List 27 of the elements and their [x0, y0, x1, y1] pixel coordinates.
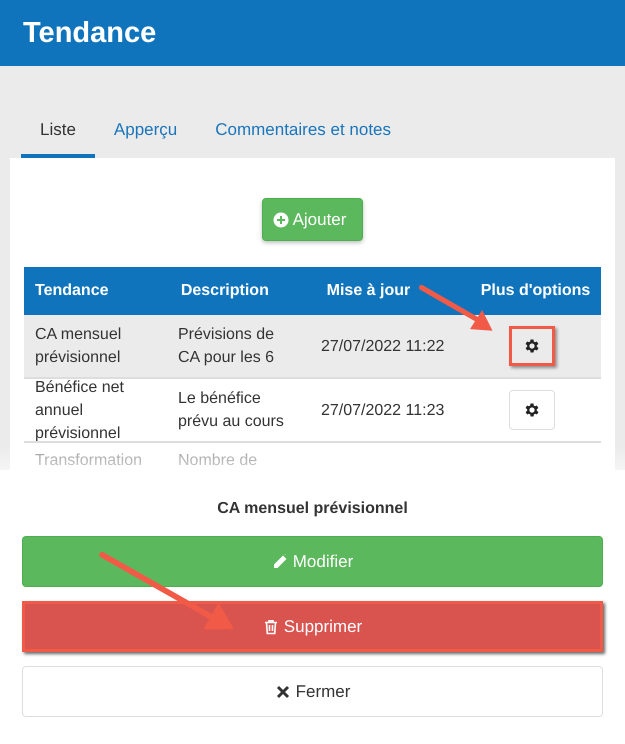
table-cell-text: CA mensuel prévisionnel	[35, 325, 122, 368]
table-cell-text: Le bénéfice prévu au cours	[178, 389, 285, 432]
tab[interactable]: Apperçu	[94, 110, 196, 158]
edit-button[interactable]: Modifier	[22, 536, 603, 587]
table-cell-text: Bénéfice net annuel prévisionnel	[35, 379, 125, 441]
plus-circle-icon	[272, 212, 289, 228]
table-cell-text: Nombre de	[178, 451, 258, 471]
column-header: Tendance	[34, 282, 110, 300]
options-button[interactable]	[508, 326, 554, 366]
trash-icon	[262, 618, 279, 634]
table-cell-text: Transformation	[35, 451, 142, 471]
pencil-icon	[272, 554, 288, 570]
sheet-title: CA mensuel prévisionnel	[216, 500, 409, 518]
column-header: Mise à jour	[326, 282, 412, 300]
column-header: Plus d'options	[480, 282, 592, 300]
close-button[interactable]: Fermer	[22, 666, 603, 717]
gear-icon	[522, 337, 540, 355]
close-icon	[274, 684, 291, 700]
table-cell-text: Prévisions de CA pour les 6	[178, 325, 276, 368]
delete-button[interactable]: Supprimer	[22, 601, 603, 652]
table-cell-text: 27/07/2022 11:23	[321, 400, 444, 420]
gear-icon	[522, 401, 540, 419]
tab[interactable]: Commentaires et notes	[196, 110, 410, 158]
add-button[interactable]: Ajouter	[262, 198, 364, 241]
page-title: Tendance	[23, 16, 156, 50]
table-cell-text: 27/07/2022 11:22	[321, 336, 444, 356]
column-header: Description	[180, 282, 270, 300]
